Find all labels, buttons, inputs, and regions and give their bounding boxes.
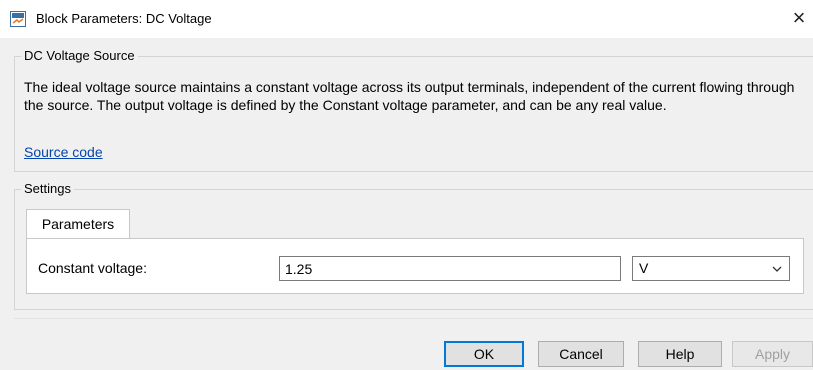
constant-voltage-label: Constant voltage: — [38, 260, 147, 276]
constant-voltage-input[interactable] — [279, 256, 621, 281]
source-code-link[interactable]: Source code — [24, 144, 103, 160]
simulink-block-icon — [10, 11, 26, 27]
apply-button[interactable]: Apply — [732, 341, 813, 367]
voltage-unit-select[interactable]: V — [632, 256, 790, 281]
ok-button[interactable]: OK — [444, 341, 524, 367]
dialog-content: DC Voltage Source The ideal voltage sour… — [0, 38, 813, 370]
help-button[interactable]: Help — [638, 341, 722, 367]
block-name-heading: DC Voltage Source — [21, 48, 138, 63]
tab-parameters[interactable]: Parameters — [26, 209, 130, 239]
settings-heading: Settings — [21, 181, 74, 196]
block-description: The ideal voltage source maintains a con… — [24, 79, 795, 113]
close-icon[interactable]: × — [789, 7, 809, 29]
chevron-down-icon — [772, 266, 782, 272]
title-bar: Block Parameters: DC Voltage × — [0, 0, 813, 38]
window-title: Block Parameters: DC Voltage — [36, 11, 212, 26]
button-divider — [14, 318, 813, 319]
unit-value: V — [639, 260, 649, 276]
cancel-button[interactable]: Cancel — [538, 341, 624, 367]
block-description-group — [14, 56, 813, 172]
